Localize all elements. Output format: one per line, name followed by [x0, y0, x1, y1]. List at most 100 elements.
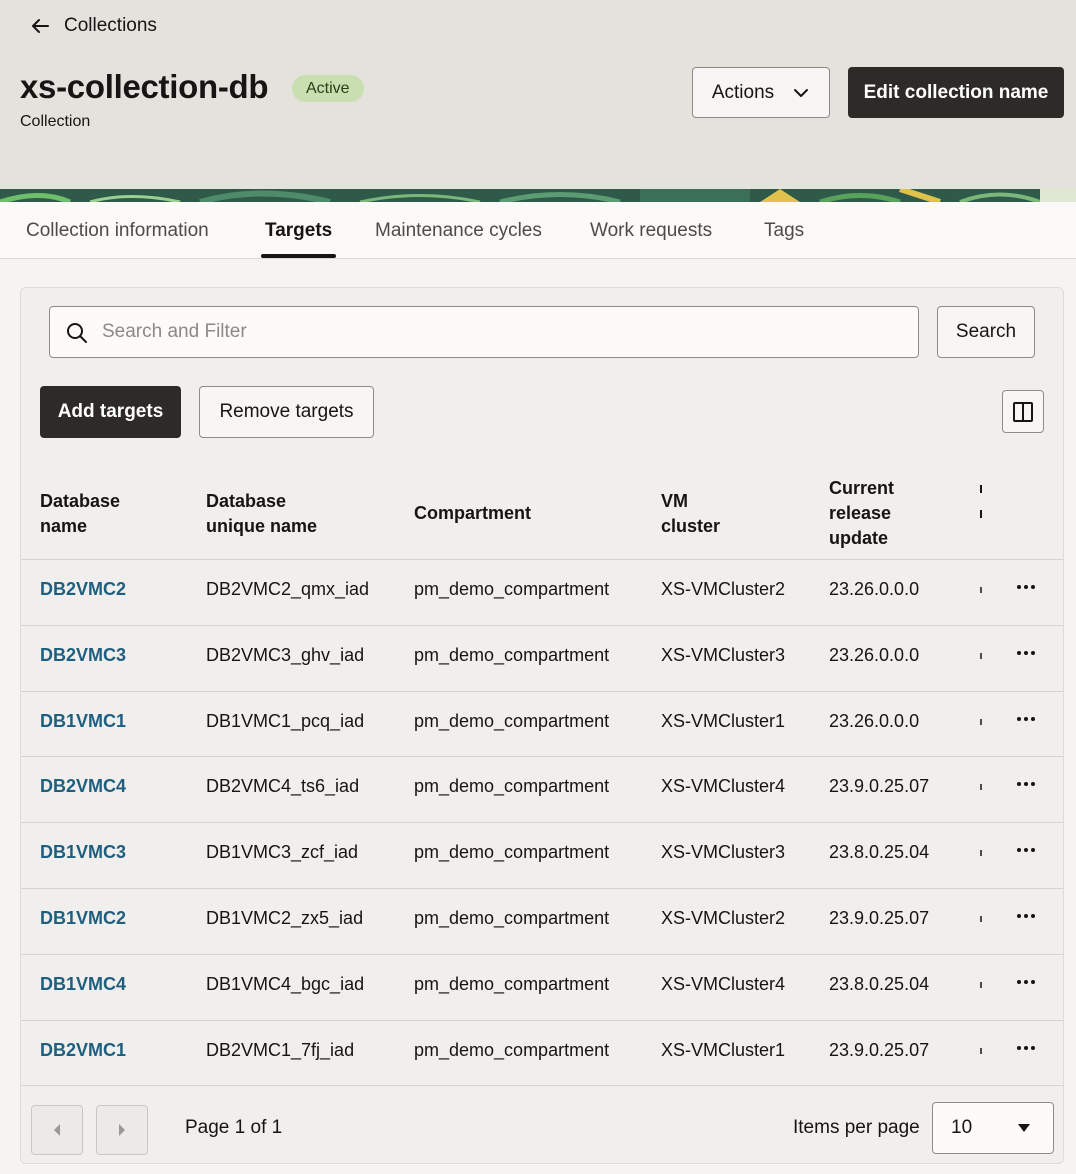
database-unique-name-cell: DB1VMC4_bgc_iad [206, 973, 365, 994]
search-input[interactable] [102, 307, 902, 357]
compartment-cell: pm_demo_compartment [414, 710, 610, 731]
more-horizontal-icon [1017, 650, 1035, 655]
vm-cluster-cell: XS-VMCluster2 [661, 907, 786, 928]
current-release-update-cell: 23.9.0.25.07 [829, 776, 930, 797]
truncated-cell [980, 915, 982, 922]
back-to-collections-link[interactable]: Collections [28, 14, 157, 38]
row-actions-button[interactable] [1013, 837, 1039, 863]
vm-cluster-cell: XS-VMCluster3 [661, 644, 786, 665]
column-header-vm-cluster[interactable]: VM cluster [661, 489, 720, 539]
table-row: DB2VMC3 DB2VMC3_ghv_iad pm_demo_compartmen… [21, 626, 1063, 692]
truncated-cell [980, 718, 982, 725]
status-badge: Active [292, 75, 364, 102]
database-unique-name-cell: DB2VMC3_ghv_iad [206, 644, 365, 665]
chevron-down-icon [794, 88, 809, 97]
back-link-label: Collections [64, 15, 157, 36]
previous-page-button[interactable] [31, 1105, 83, 1155]
current-release-update-cell: 23.26.0.0.0 [829, 579, 920, 599]
tab-targets[interactable]: Targets [260, 202, 337, 259]
items-per-page-select[interactable]: 10 [932, 1102, 1054, 1154]
chevron-left-icon [54, 1124, 60, 1136]
database-name-link[interactable]: DB1VMC4 [40, 955, 126, 1020]
row-actions-button[interactable] [1013, 771, 1039, 797]
database-name-link[interactable]: DB1VMC2 [40, 889, 126, 954]
decorative-banner [0, 189, 1076, 202]
vm-cluster-cell: XS-VMCluster3 [661, 842, 786, 863]
search-button[interactable]: Search [937, 306, 1035, 358]
database-name-link[interactable]: DB1VMC1 [40, 692, 126, 757]
more-horizontal-icon [1017, 585, 1035, 589]
truncated-cell [980, 784, 982, 791]
tab-tags[interactable]: Tags [764, 202, 804, 259]
table-row: DB1VMC4 DB1VMC4_bgc_iad pm_demo_compartmen… [21, 955, 1063, 1021]
targets-table: Database name Database unique name Compa… [21, 464, 1063, 1087]
current-release-update-cell: 23.26.0.0.0 [829, 710, 920, 731]
truncated-cell [980, 981, 982, 988]
row-actions-button[interactable] [1013, 574, 1039, 600]
chevron-right-icon [119, 1124, 125, 1136]
row-actions-button[interactable] [1013, 640, 1039, 666]
column-header-database-unique-name[interactable]: Database unique name [206, 489, 317, 539]
vm-cluster-cell: XS-VMCluster4 [661, 776, 786, 797]
more-horizontal-icon [1017, 782, 1035, 787]
row-actions-button[interactable] [1013, 969, 1039, 995]
next-page-button[interactable] [96, 1105, 148, 1155]
database-name-link[interactable]: DB2VMC1 [40, 1021, 126, 1086]
database-unique-name-cell: DB1VMC1_pcq_iad [206, 710, 365, 731]
tab-collection-information[interactable]: Collection information [26, 202, 209, 259]
more-horizontal-icon [1017, 848, 1035, 853]
arrow-left-icon [32, 19, 49, 33]
row-actions-button[interactable] [1013, 706, 1039, 732]
database-unique-name-cell: DB1VMC2_zx5_iad [206, 907, 364, 928]
table-row: DB1VMC2 DB1VMC2_zx5_iad pm_demo_compartmen… [21, 889, 1063, 955]
more-horizontal-icon [1017, 716, 1035, 721]
add-targets-button[interactable]: Add targets [40, 386, 181, 438]
banner-pattern [0, 189, 1076, 202]
more-horizontal-icon [1017, 1045, 1035, 1050]
actions-menu-button[interactable]: Actions [692, 67, 830, 118]
table-row: DB2VMC2 DB2VMC2_qmx_iad pm_demo_compartmen… [21, 560, 1063, 626]
remove-targets-button[interactable]: Remove targets [199, 386, 374, 438]
current-release-update-cell: 23.9.0.25.07 [829, 1039, 930, 1060]
row-actions-button[interactable] [1013, 1035, 1039, 1061]
column-header-current-release-update[interactable]: Current release update [829, 476, 894, 551]
actions-label: Actions [711, 81, 775, 103]
table-row: DB1VMC3 DB1VMC3_zcf_iad pm_demo_compartmen… [21, 823, 1063, 889]
truncated-cell [980, 850, 982, 857]
more-horizontal-icon [1017, 979, 1035, 984]
page-title: xs-collection-db [20, 68, 269, 105]
column-header-database-name[interactable]: Database name [40, 489, 120, 539]
table-row: DB1VMC1 DB1VMC1_pcq_iad pm_demo_compartmen… [21, 692, 1063, 758]
table-row: DB2VMC4 DB2VMC4_ts6_iad pm_demo_compartmen… [21, 757, 1063, 824]
database-name-link[interactable]: DB2VMC4 [40, 757, 126, 822]
caret-down-icon [1018, 1124, 1030, 1132]
pagination-bar: Page 1 of 1 Items per page 10 [21, 1085, 1063, 1163]
search-filter-field[interactable] [49, 306, 919, 358]
vm-cluster-cell: XS-VMCluster2 [661, 579, 786, 599]
items-per-page-value: 10 [951, 1117, 973, 1138]
current-release-update-cell: 23.9.0.25.07 [829, 907, 930, 928]
page-indicator: Page 1 of 1 [185, 1117, 283, 1138]
database-name-link[interactable]: DB2VMC2 [40, 560, 126, 625]
tab-maintenance-cycles[interactable]: Maintenance cycles [375, 202, 542, 259]
page-header: Collections xs-collection-db Active Coll… [0, 0, 1076, 190]
database-name-link[interactable]: DB1VMC3 [40, 823, 126, 888]
vm-cluster-cell: XS-VMCluster4 [661, 973, 786, 994]
row-actions-button[interactable] [1013, 903, 1039, 929]
compartment-cell: pm_demo_compartment [414, 1039, 610, 1060]
edit-collection-name-button[interactable]: Edit collection name [848, 67, 1064, 118]
table-row: DB2VMC1 DB2VMC1_7fj_iad pm_demo_compartmen… [21, 1021, 1063, 1087]
truncated-column-header [980, 485, 983, 540]
more-horizontal-icon [1017, 913, 1035, 918]
compartment-cell: pm_demo_compartment [414, 644, 610, 665]
tab-work-requests[interactable]: Work requests [590, 202, 712, 259]
truncated-cell [980, 587, 982, 593]
database-name-link[interactable]: DB2VMC3 [40, 626, 126, 691]
database-unique-name-cell: DB2VMC2_qmx_iad [206, 579, 370, 599]
compartment-cell: pm_demo_compartment [414, 579, 610, 599]
compartment-cell: pm_demo_compartment [414, 842, 610, 863]
compartment-cell: pm_demo_compartment [414, 907, 610, 928]
column-header-compartment[interactable]: Compartment [414, 501, 531, 526]
compartment-cell: pm_demo_compartment [414, 973, 610, 994]
manage-columns-button[interactable] [1002, 390, 1044, 433]
